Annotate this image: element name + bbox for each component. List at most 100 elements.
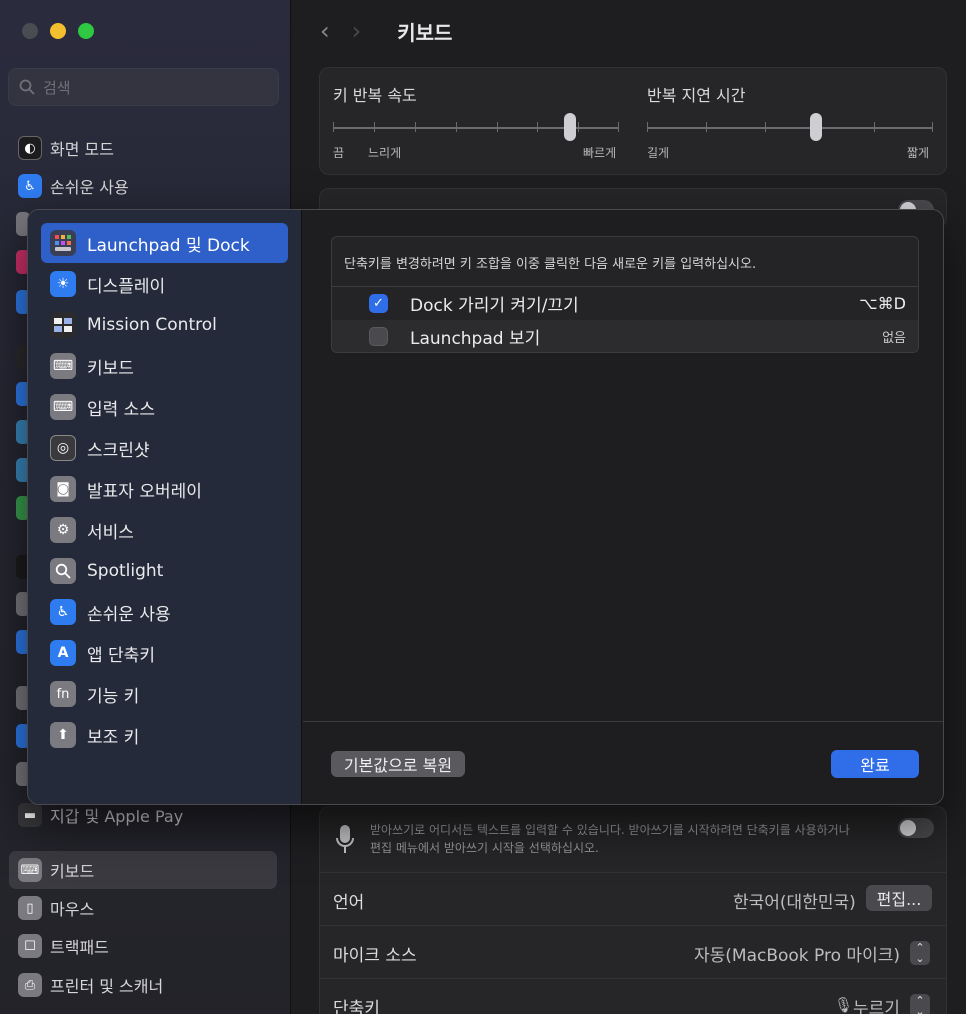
- toolbar: ‹ › 키보드: [320, 14, 452, 48]
- keyboard-icon: ⌨: [50, 353, 76, 379]
- sidebar-item-mouse[interactable]: ▯ 마우스: [18, 894, 94, 922]
- services-icon: ⚙: [50, 517, 76, 543]
- shortcut-keys[interactable]: 없음: [882, 327, 906, 346]
- language-value: 한국어(대한민국): [733, 893, 856, 913]
- language-label: 언어: [333, 893, 365, 913]
- key-repeat-min-label: 끔: [333, 146, 345, 160]
- shortcut-editor: 단축키를 변경하려면 키 조합을 이중 클릭한 다음 새로운 키를 입력하십시오…: [303, 210, 943, 804]
- category-keyboard[interactable]: ⌨ 키보드: [41, 346, 288, 386]
- restore-defaults-button[interactable]: 기본값으로 복원: [331, 751, 465, 777]
- sidebar-item-printers[interactable]: ⎙ 프린터 및 스캐너: [18, 971, 163, 999]
- category-presenter-overlay[interactable]: ◙ 발표자 오버레이: [41, 469, 288, 509]
- sidebar-item-label: 손쉬운 사용: [50, 178, 129, 197]
- sidebar-item-accessibility[interactable]: ♿ 손쉬운 사용: [18, 172, 129, 200]
- category-label: Spotlight: [87, 561, 164, 581]
- sidebar-item-label: 프린터 및 스캐너: [50, 977, 164, 996]
- mouse-icon: ▯: [18, 896, 42, 920]
- wallet-icon: ▬: [18, 803, 42, 827]
- category-function-keys[interactable]: fn 기능 키: [41, 674, 288, 714]
- presenter-overlay-icon: ◙: [50, 476, 76, 502]
- accessibility-icon: ♿: [18, 174, 42, 198]
- mic-source-label: 마이크 소스: [333, 946, 417, 966]
- category-modifier-keys[interactable]: ⬆ 보조 키: [41, 715, 288, 755]
- category-label: 앱 단축키: [87, 645, 155, 666]
- shortcut-list: 단축키를 변경하려면 키 조합을 이중 클릭한 다음 새로운 키를 입력하십시오…: [331, 236, 919, 353]
- page-title: 키보드: [397, 20, 453, 45]
- keyboard-icon: ⌨: [18, 858, 42, 882]
- category-label: 손쉬운 사용: [87, 604, 171, 625]
- sidebar-item-wallet[interactable]: ▬ 지갑 및 Apple Pay: [18, 801, 183, 829]
- key-repeat-knob[interactable]: [564, 113, 577, 141]
- back-icon[interactable]: ‹: [320, 17, 330, 45]
- shortcut-value[interactable]: 누르기: [853, 994, 900, 1014]
- shortcut-label: Dock 가리기 켜기/끄기: [410, 296, 579, 316]
- launchpad-icon: [50, 230, 76, 256]
- repeat-delay-label: 반복 지연 시간: [647, 86, 746, 105]
- category-label: 기능 키: [87, 686, 140, 707]
- updown-chevron-icon[interactable]: ⌃ ⌄: [910, 994, 930, 1014]
- forward-icon[interactable]: ›: [352, 17, 362, 45]
- mission-control-icon: [50, 312, 76, 338]
- keyboard-shortcuts-sheet: Launchpad 및 Dock ☀ 디스플레이 Mission Control…: [27, 209, 944, 805]
- accessibility-icon: ♿: [50, 599, 76, 625]
- app-shortcuts-icon: A: [50, 640, 76, 666]
- dictation-toggle[interactable]: [898, 818, 934, 838]
- language-edit-button[interactable]: 편집...: [866, 885, 932, 911]
- key-repeat-slow-label: 느리게: [368, 146, 402, 160]
- repeat-delay-min-label: 길게: [647, 146, 670, 160]
- category-app-shortcuts[interactable]: A 앱 단축키: [41, 633, 288, 673]
- category-mission-control[interactable]: Mission Control: [41, 305, 288, 345]
- category-services[interactable]: ⚙ 서비스: [41, 510, 288, 550]
- category-label: 키보드: [87, 358, 134, 379]
- category-label: 입력 소스: [87, 399, 155, 420]
- updown-chevron-icon[interactable]: ⌃ ⌄: [910, 941, 930, 965]
- category-input-sources[interactable]: ⌨ 입력 소스: [41, 387, 288, 427]
- shortcut-categories: Launchpad 및 Dock ☀ 디스플레이 Mission Control…: [28, 210, 302, 804]
- category-label: 발표자 오버레이: [87, 481, 202, 502]
- sidebar-item-label: 화면 모드: [50, 140, 114, 159]
- microphone-icon: [336, 825, 354, 853]
- shortcut-keys[interactable]: ⌥⌘D: [859, 294, 906, 313]
- spotlight-icon: [50, 558, 76, 584]
- shortcut-label: 단축키: [333, 999, 380, 1014]
- dictation-description: 받아쓰기로 어디서든 텍스트를 입력할 수 있습니다. 받아쓰기를 시작하려면 …: [370, 823, 850, 837]
- search-field[interactable]: 검색: [8, 68, 279, 106]
- shortcut-row[interactable]: ✓ Dock 가리기 켜기/끄기 ⌥⌘D: [332, 287, 918, 320]
- input-sources-icon: ⌨: [50, 394, 76, 420]
- fn-key-icon: fn: [50, 681, 76, 707]
- zoom-button[interactable]: [78, 23, 94, 39]
- screenshot-icon: ◎: [50, 435, 76, 461]
- minimize-button[interactable]: [50, 23, 66, 39]
- sidebar-item-appearance[interactable]: ◐ 화면 모드: [18, 134, 114, 162]
- repeat-delay-max-label: 짧게: [907, 146, 930, 160]
- category-label: Mission Control: [87, 315, 217, 335]
- close-button[interactable]: [22, 23, 38, 39]
- checkbox-unchecked[interactable]: [369, 327, 388, 346]
- appearance-icon: ◐: [18, 136, 42, 160]
- trackpad-icon: ☐: [18, 934, 42, 958]
- category-screenshot[interactable]: ◎ 스크린샷: [41, 428, 288, 468]
- category-label: 디스플레이: [87, 276, 166, 297]
- sidebar-item-label: 마우스: [50, 900, 95, 919]
- checkbox-checked[interactable]: ✓: [369, 294, 388, 313]
- category-accessibility[interactable]: ♿ 손쉬운 사용: [41, 592, 288, 632]
- key-repeat-max-label: 빠르게: [583, 146, 617, 160]
- shortcut-hint: 단축키를 변경하려면 키 조합을 이중 클릭한 다음 새로운 키를 입력하십시오…: [344, 257, 757, 272]
- mic-source-value[interactable]: 자동(MacBook Pro 마이크): [694, 941, 900, 966]
- category-label: 보조 키: [87, 727, 140, 748]
- sidebar-item-label: 키보드: [50, 862, 95, 881]
- category-display[interactable]: ☀ 디스플레이: [41, 264, 288, 304]
- modifier-keys-icon: ⬆: [50, 722, 76, 748]
- shortcut-row[interactable]: Launchpad 보기 없음: [332, 320, 918, 352]
- category-label: 서비스: [87, 522, 134, 543]
- category-spotlight[interactable]: Spotlight: [41, 551, 288, 591]
- sidebar-item-keyboard[interactable]: ⌨ 키보드: [18, 856, 94, 884]
- search-placeholder: 검색: [43, 78, 71, 97]
- sidebar-item-trackpad[interactable]: ☐ 트랙패드: [18, 932, 109, 960]
- category-launchpad-dock[interactable]: Launchpad 및 Dock: [41, 223, 288, 263]
- repeat-delay-knob[interactable]: [809, 113, 822, 141]
- done-button[interactable]: 완료: [831, 750, 919, 778]
- printer-icon: ⎙: [18, 973, 42, 997]
- category-label: 스크린샷: [87, 440, 150, 461]
- display-icon: ☀: [50, 271, 76, 297]
